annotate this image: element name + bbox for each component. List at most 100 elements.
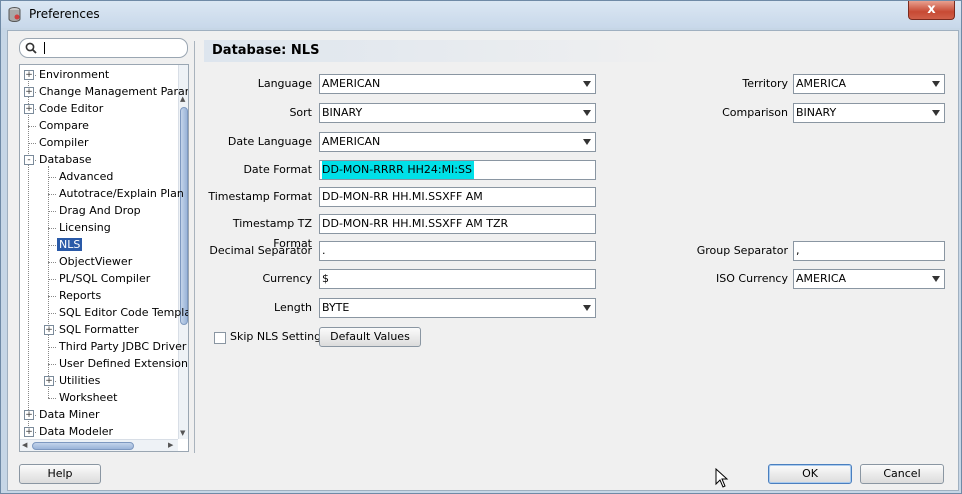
tree-item[interactable]: Code Editor (37, 101, 105, 117)
tree-item[interactable]: NLS (57, 237, 83, 253)
tree-guide-line (48, 347, 56, 348)
text-caret (44, 42, 45, 54)
sort-value: BINARY (322, 106, 363, 119)
tree-item-label: User Defined Extension (59, 357, 188, 370)
tree-item[interactable]: Environment (37, 67, 111, 83)
tree-item[interactable]: SQL Formatter (57, 322, 141, 338)
timestamp-tz-format-value: DD-MON-RR HH.MI.SSXFF AM TZR (322, 217, 509, 230)
close-button[interactable]: x (908, 1, 955, 20)
scroll-down-arrow-icon[interactable]: ▼ (180, 429, 185, 437)
group-separator-value: , (796, 244, 800, 257)
scroll-right-arrow-icon[interactable]: ▶ (168, 441, 173, 449)
tree-item-label: Environment (39, 68, 110, 81)
tree-item-label: Utilities (59, 374, 101, 387)
tree-item-label: Change Management Paran (39, 85, 189, 98)
timestamp-format-field[interactable]: DD-MON-RR HH.MI.SSXFF AM (319, 187, 596, 207)
skip-nls-label: Skip NLS Settings (230, 330, 327, 343)
language-select[interactable]: AMERICAN (319, 74, 596, 94)
length-value: BYTE (322, 301, 350, 314)
tree-guide-line (48, 279, 56, 280)
tree-item-label: Code Editor (39, 102, 104, 115)
tree-item-label: Drag And Drop (59, 204, 141, 217)
tree-horizontal-scroll-thumb[interactable] (32, 442, 134, 450)
expand-icon[interactable]: + (44, 325, 54, 335)
tree-item[interactable]: Autotrace/Explain Plan (57, 186, 186, 202)
group-separator-field[interactable]: , (793, 241, 945, 261)
comparison-select[interactable]: BINARY (793, 103, 945, 123)
default-values-button[interactable]: Default Values (319, 327, 421, 347)
tree-item-label: Compiler (39, 136, 89, 149)
tree-item[interactable]: SQL Editor Code Templa (57, 305, 188, 321)
chevron-down-icon (583, 81, 591, 87)
skip-nls-checkbox[interactable] (214, 332, 226, 344)
comparison-value: BINARY (796, 106, 837, 119)
date-language-value: AMERICAN (322, 135, 381, 148)
tree-item[interactable]: Data Miner (37, 407, 102, 423)
database-icon (8, 7, 21, 22)
panel-splitter[interactable] (194, 41, 195, 453)
tree-item-label: Autotrace/Explain Plan (59, 187, 184, 200)
currency-label: Currency (262, 272, 312, 285)
currency-value: $ (322, 272, 329, 285)
date-language-select[interactable]: AMERICAN (319, 132, 596, 152)
tree-item-label: Data Modeler (39, 425, 114, 438)
tree-item[interactable]: Worksheet (57, 390, 119, 406)
tree-item-label: NLS (57, 238, 83, 251)
tree-item-label: Advanced (59, 170, 114, 183)
tree-item-label: Third Party JDBC Driver (59, 340, 187, 353)
sort-select[interactable]: BINARY (319, 103, 596, 123)
ok-button[interactable]: OK (768, 464, 852, 484)
tree-vertical-scroll-thumb[interactable] (180, 107, 188, 325)
territory-label: Territory (742, 77, 788, 90)
search-input[interactable] (19, 38, 188, 58)
tree-item-label: Compare (39, 119, 89, 132)
timestamp-tz-format-field[interactable]: DD-MON-RR HH.MI.SSXFF AM TZR (319, 214, 596, 234)
date-format-value: DD-MON-RRRR HH24:MI:SS (322, 161, 474, 179)
tree-guide-line (28, 126, 36, 127)
decimal-separator-field[interactable]: . (319, 241, 596, 261)
cancel-button[interactable]: Cancel (860, 464, 944, 484)
tree-item[interactable]: Compiler (37, 135, 91, 151)
expand-icon[interactable]: + (24, 87, 34, 97)
preferences-tree[interactable]: ▲ ▼ ◀ ▶ + Environment + Change Management P… (19, 64, 189, 452)
collapse-icon[interactable]: - (24, 155, 34, 165)
expand-icon[interactable]: + (24, 104, 34, 114)
tree-item[interactable]: Utilities (57, 373, 102, 389)
tree-guide-line (48, 296, 56, 297)
tree-item[interactable]: Third Party JDBC Driver (57, 339, 188, 355)
tree-item-label: SQL Formatter (59, 323, 139, 336)
tree-item[interactable]: Database (37, 152, 94, 168)
expand-icon[interactable]: + (24, 427, 34, 437)
page-title: Database: NLS (212, 43, 320, 58)
scroll-left-arrow-icon[interactable]: ◀ (22, 441, 27, 449)
tree-item[interactable]: Compare (37, 118, 91, 134)
chevron-down-icon (583, 305, 591, 311)
length-select[interactable]: BYTE (319, 298, 596, 318)
expand-icon[interactable]: + (24, 410, 34, 420)
decimal-separator-value: . (322, 244, 326, 257)
title-bar[interactable]: Preferences x (1, 1, 961, 28)
territory-select[interactable]: AMERICA (793, 74, 945, 94)
tree-item[interactable]: Drag And Drop (57, 203, 143, 219)
tree-guide-line (48, 228, 56, 229)
tree-item[interactable]: Reports (57, 288, 103, 304)
expand-icon[interactable]: + (44, 376, 54, 386)
iso-currency-value: AMERICA (796, 272, 847, 285)
help-button[interactable]: Help (19, 464, 101, 484)
tree-item[interactable]: User Defined Extension (57, 356, 188, 372)
sort-label: Sort (289, 106, 312, 119)
expand-icon[interactable]: + (24, 70, 34, 80)
tree-item[interactable]: ObjectViewer (57, 254, 134, 270)
window-title: Preferences (29, 7, 100, 21)
date-format-field[interactable]: DD-MON-RRRR HH24:MI:SS (319, 160, 596, 180)
iso-currency-select[interactable]: AMERICA (793, 269, 945, 289)
language-label: Language (257, 77, 312, 90)
tree-item[interactable]: Change Management Paran (37, 84, 189, 100)
tree-item[interactable]: Data Modeler (37, 424, 115, 440)
tree-item[interactable]: Advanced (57, 169, 115, 185)
tree-item[interactable]: PL/SQL Compiler (57, 271, 152, 287)
tree-item[interactable]: Licensing (57, 220, 113, 236)
currency-field[interactable]: $ (319, 269, 596, 289)
iso-currency-label: ISO Currency (716, 272, 788, 285)
tree-item-label: Database (39, 153, 92, 166)
